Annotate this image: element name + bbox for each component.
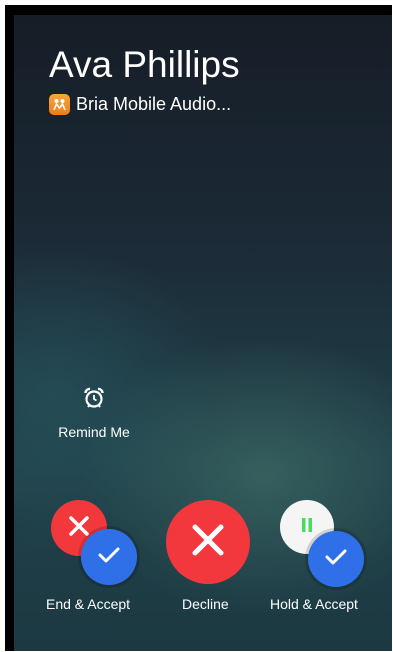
decline-circle	[166, 500, 250, 584]
check-icon	[324, 547, 348, 572]
check-icon	[97, 545, 121, 570]
x-icon	[68, 515, 90, 542]
accept-circle	[308, 531, 364, 587]
accept-circle	[81, 529, 137, 585]
remind-me-button[interactable]: Remind Me	[44, 387, 144, 440]
app-source-row: Bria Mobile Audio...	[49, 93, 231, 115]
hold-and-accept-label: Hold & Accept	[270, 596, 358, 612]
device-frame: Ava Phillips Bria Mobile Audio... Remind…	[5, 5, 392, 651]
decline-label: Decline	[182, 596, 229, 612]
bria-app-icon	[49, 93, 70, 115]
app-name: Bria Mobile Audio...	[76, 93, 232, 114]
caller-name: Ava Phillips	[49, 44, 240, 85]
end-and-accept-label: End & Accept	[46, 596, 131, 612]
incoming-call-screen: Ava Phillips Bria Mobile Audio... Remind…	[14, 15, 392, 651]
remind-me-label: Remind Me	[58, 424, 130, 440]
pause-icon	[300, 517, 314, 538]
alarm-clock-icon	[83, 387, 105, 414]
x-icon	[191, 523, 225, 562]
